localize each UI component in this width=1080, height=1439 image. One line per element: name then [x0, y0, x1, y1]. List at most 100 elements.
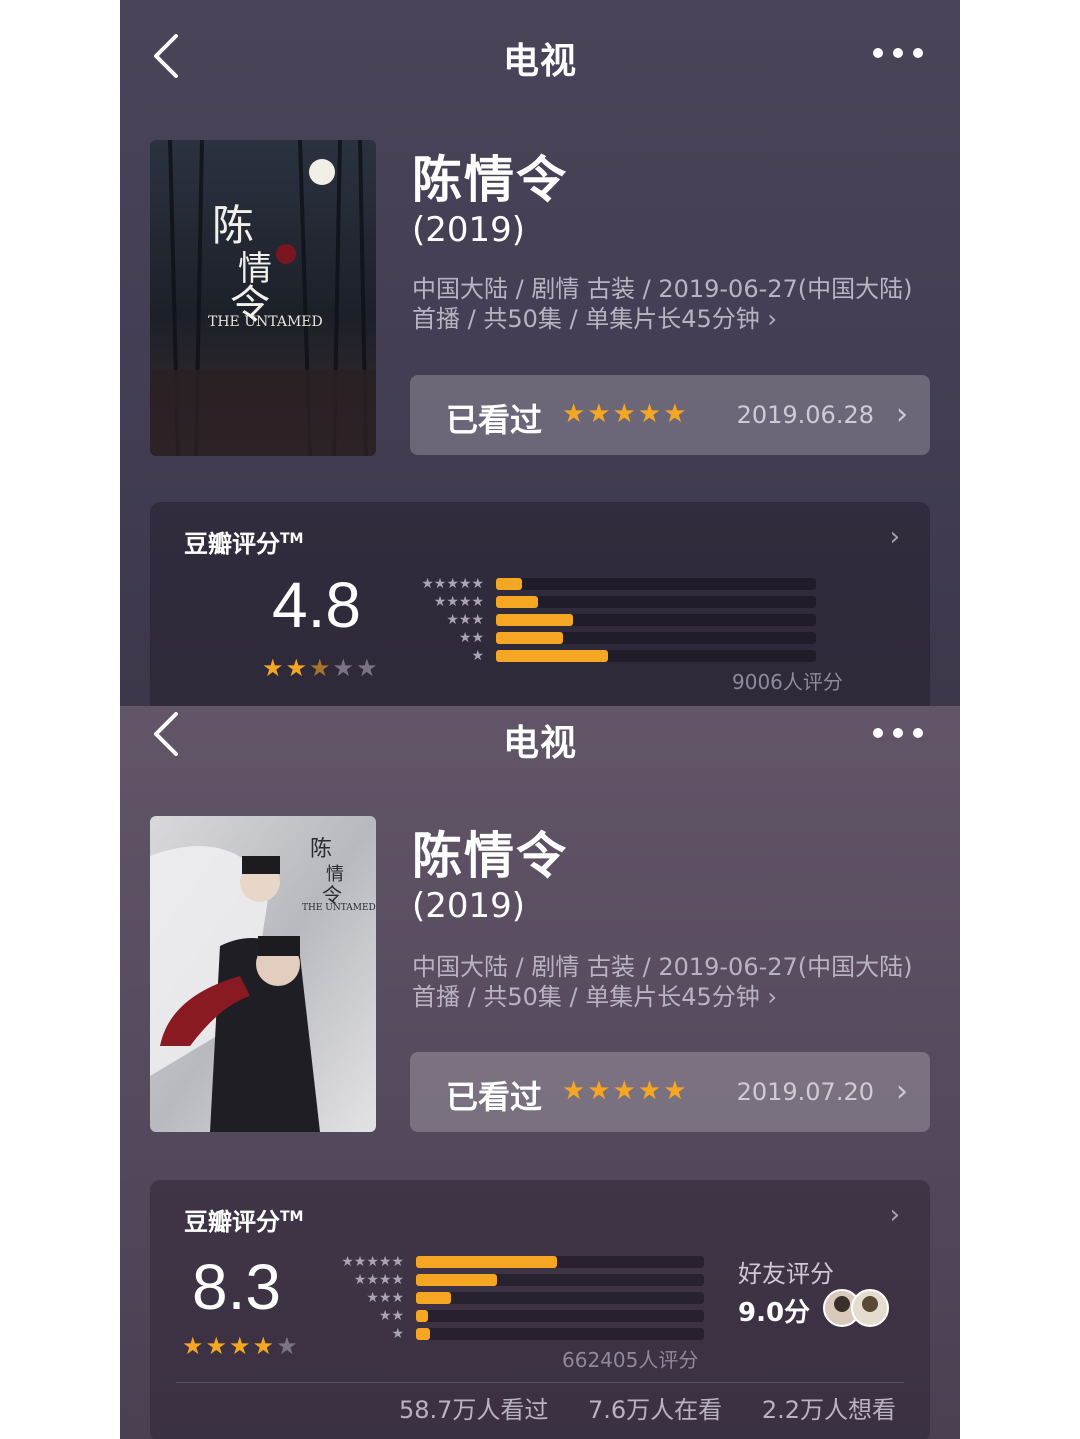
rating-score: 4.8 — [272, 569, 361, 641]
histogram-track — [416, 1328, 704, 1340]
watched-label: 已看过 — [446, 401, 543, 439]
meta-line-1: 中国大陆 / 剧情 古装 / 2019-06-27(中国大陆) — [412, 275, 913, 303]
watched-date: 2019.06.28 — [736, 401, 874, 429]
histogram-row: ★ — [471, 649, 816, 663]
histogram-bar — [496, 578, 522, 590]
watched-date: 2019.07.20 — [736, 1078, 874, 1106]
rating-score-stars: ★★★★★ — [182, 1332, 300, 1360]
svg-text:陈: 陈 — [212, 201, 254, 250]
svg-text:THE UNTAMED: THE UNTAMED — [302, 903, 376, 913]
histogram-row-stars: ★ — [391, 1326, 404, 1342]
nav-bar: 电视 — [120, 0, 960, 110]
rating-header: 豆瓣评分TM — [184, 530, 304, 558]
histogram-row-stars: ★★ — [458, 630, 484, 646]
chevron-right-icon: › — [896, 397, 908, 432]
star-icon: ★ — [356, 654, 380, 682]
histogram-row: ★★ — [459, 631, 816, 645]
meta-line-1: 中国大陆 / 剧情 古装 / 2019-06-27(中国大陆) — [412, 953, 913, 981]
svg-text:情: 情 — [326, 864, 344, 885]
douban-rating-card[interactable]: 豆瓣评分TM › 8.3 ★★★★★ ★★★★★ ★★★★ ★★★ ★★ ★ 66240… — [150, 1180, 930, 1439]
watch-stats[interactable]: 58.7万人看过 7.6万人在看 2.2万人想看 — [381, 1390, 896, 1425]
histogram-row-stars: ★★★ — [446, 612, 484, 628]
meta-line-2: 首播 / 共50集 / 单集片长45分钟 › — [412, 983, 777, 1011]
chevron-right-icon: › — [896, 1074, 908, 1109]
star-icon: ★ — [252, 1332, 277, 1360]
rating-score-stars: ★★★★★ — [262, 654, 380, 682]
histogram-row-stars: ★★★★★ — [341, 1254, 404, 1270]
meta-line-2: 首播 / 共50集 / 单集片长45分钟 › — [412, 305, 777, 333]
histogram-row-stars: ★ — [471, 648, 484, 664]
stat-watched[interactable]: 58.7万人看过 — [399, 1396, 548, 1424]
user-rating-stars: ★★★★★ — [562, 399, 689, 429]
nav-title: 电视 — [502, 723, 577, 764]
nav-bar: 电视 — [120, 706, 960, 816]
star-icon: ★ — [276, 1332, 300, 1360]
histogram-row: ★★★★★ — [341, 1255, 704, 1269]
histogram-bar — [496, 596, 538, 608]
movie-title: 陈情令 — [412, 151, 568, 209]
stat-want[interactable]: 2.2万人想看 — [762, 1396, 896, 1424]
histogram-row: ★★★★ — [434, 595, 816, 609]
more-button[interactable] — [872, 722, 924, 744]
poster-image[interactable]: 陈 情 令 THE UNTAMED — [150, 816, 376, 1132]
star-icon: ★ — [332, 654, 357, 682]
histogram-track — [496, 578, 816, 590]
histogram-row-stars: ★★★ — [366, 1290, 404, 1306]
star-icon: ★ — [285, 654, 310, 682]
movie-meta[interactable]: 中国大陆 / 剧情 古装 / 2019-06-27(中国大陆) 首播 / 共50… — [412, 952, 942, 1012]
douban-rating-card[interactable]: 豆瓣评分TM › 4.8 ★★★★★ ★★★★★ ★★★★ ★★★ ★★ ★ 9006人… — [150, 502, 930, 706]
histogram-track — [416, 1310, 704, 1322]
nav-title: 电视 — [502, 41, 577, 82]
watched-status-button[interactable]: 已看过 ★★★★★ 2019.07.20 › — [410, 1052, 930, 1132]
movie-meta[interactable]: 中国大陆 / 剧情 古装 / 2019-06-27(中国大陆) 首播 / 共50… — [412, 274, 942, 334]
histogram-row: ★ — [391, 1327, 704, 1341]
star-icon: ★ — [309, 654, 333, 682]
screenshot-panel-1: 电视 陈 情 令 THE UNTAMED 陈情令 (2019) 中国大陆 / 剧… — [120, 0, 960, 706]
star-icon: ★ — [182, 1332, 206, 1360]
watched-label: 已看过 — [446, 1078, 543, 1116]
histogram-bar — [496, 614, 573, 626]
histogram-row: ★★★★★ — [421, 577, 816, 591]
histogram-row: ★★★ — [366, 1291, 704, 1305]
star-icon: ★ — [262, 654, 286, 682]
histogram-bar — [416, 1328, 430, 1340]
movie-year: (2019) — [412, 886, 526, 926]
svg-text:THE UNTAMED: THE UNTAMED — [208, 314, 323, 330]
histogram-bar — [416, 1292, 451, 1304]
star-icon: ★ — [229, 1332, 253, 1360]
divider — [176, 1382, 904, 1383]
histogram-row-stars: ★★★★ — [353, 1272, 404, 1288]
histogram-bar — [416, 1256, 557, 1268]
friend-avatars[interactable] — [822, 1288, 892, 1328]
movie-title: 陈情令 — [412, 827, 568, 885]
svg-text:陈: 陈 — [310, 837, 332, 862]
histogram-bar — [496, 650, 608, 662]
friends-rating-label: 好友评分 — [738, 1260, 834, 1288]
histogram-row-stars: ★★★★★ — [421, 576, 484, 592]
histogram-bar — [496, 632, 563, 644]
histogram-track — [496, 596, 816, 608]
movie-year: (2019) — [412, 210, 526, 250]
star-icon: ★ — [205, 1332, 230, 1360]
more-dots-icon — [873, 48, 923, 58]
more-button[interactable] — [872, 42, 924, 64]
histogram-row-stars: ★★ — [378, 1308, 404, 1324]
histogram-track — [416, 1292, 704, 1304]
chevron-right-icon[interactable]: › — [890, 1200, 900, 1230]
rating-count: 662405人评分 — [562, 1348, 699, 1372]
chevron-right-icon[interactable]: › — [890, 522, 900, 552]
rating-count: 9006人评分 — [732, 670, 843, 694]
histogram-row: ★★★★ — [354, 1273, 704, 1287]
more-dots-icon — [873, 728, 923, 738]
histogram-bar — [416, 1274, 497, 1286]
stat-watching[interactable]: 7.6万人在看 — [588, 1396, 722, 1424]
histogram-bar — [416, 1310, 428, 1322]
rating-header: 豆瓣评分TM — [184, 1208, 304, 1236]
screenshot-panel-2: 电视 陈 情 令 THE UNTAMED 陈情令 (2019) 中国大陆 / 剧… — [120, 706, 960, 1439]
watched-status-button[interactable]: 已看过 ★★★★★ 2019.06.28 › — [410, 375, 930, 455]
histogram-row-stars: ★★★★ — [433, 594, 484, 610]
friends-rating-score: 9.0分 — [738, 1298, 811, 1328]
histogram-row: ★★★ — [446, 613, 816, 627]
poster-image[interactable]: 陈 情 令 THE UNTAMED — [150, 140, 376, 456]
rating-score: 8.3 — [192, 1251, 281, 1323]
